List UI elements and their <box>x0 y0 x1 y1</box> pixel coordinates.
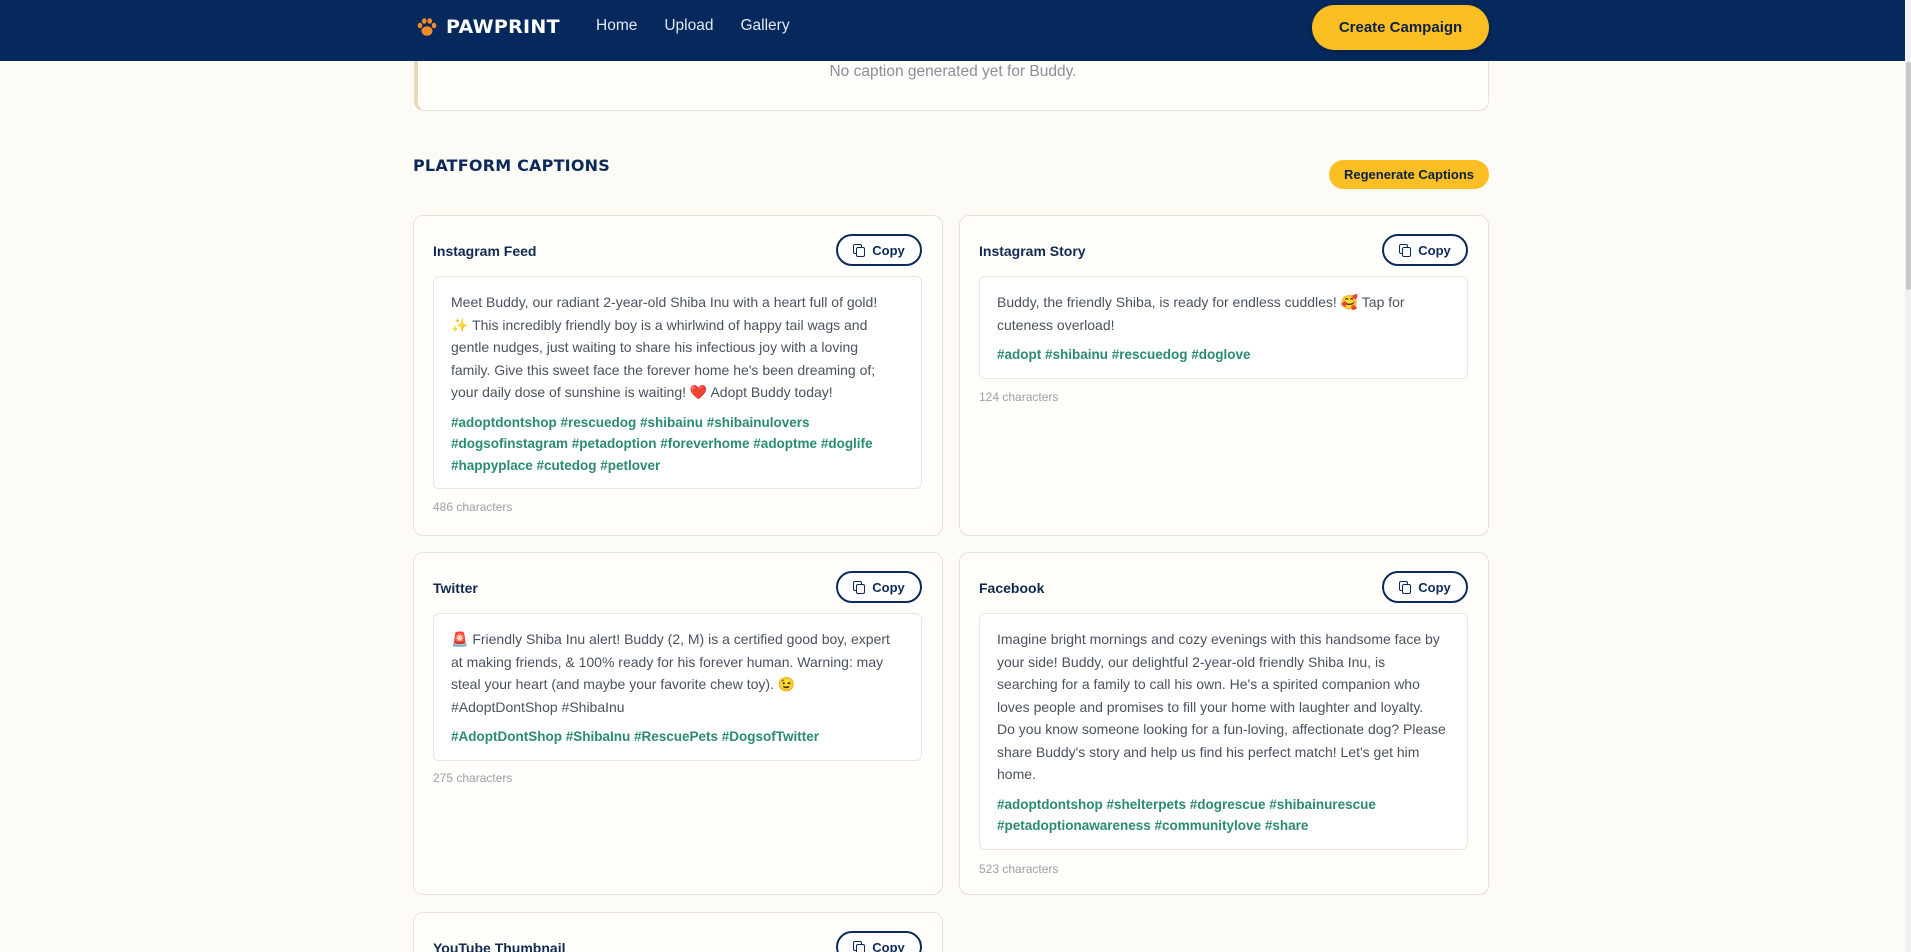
scrollbar-thumb[interactable] <box>1906 62 1911 290</box>
caption-box: Imagine bright mornings and cozy evening… <box>979 613 1468 850</box>
hashtag-line: #happyplace #cutedog #petlover <box>451 457 661 473</box>
card-title: Facebook <box>979 580 1045 596</box>
hashtag-line: #AdoptDontShop #ShibaInu #RescuePets #Do… <box>451 729 820 744</box>
caption-card-twitter: Twitter Copy 🚨 Friendly Shiba Inu alert!… <box>413 552 943 895</box>
card-title: Instagram Feed <box>433 243 537 259</box>
hashtags: #adoptdontshop #rescuedog #shibainu #shi… <box>451 412 904 477</box>
caption-line: searching for a family to call his own. … <box>997 676 1420 692</box>
character-count: 275 characters <box>433 771 513 785</box>
caption-line: home. <box>997 766 1036 782</box>
card-title: YouTube Thumbnail <box>433 940 566 952</box>
copy-icon <box>1399 244 1412 257</box>
hashtag-line: #adoptdontshop #shelterpets #dogrescue #… <box>997 796 1376 812</box>
copy-label: Copy <box>1418 242 1451 258</box>
caption-line: Imagine bright mornings and cozy evening… <box>997 631 1440 647</box>
caption-text: Buddy, the friendly Shiba, is ready for … <box>997 291 1450 336</box>
copy-icon <box>1399 581 1412 594</box>
hashtags: #adopt #shibainu #rescuedog #doglove <box>997 344 1450 366</box>
caption-line: Meet Buddy, our radiant 2-year-old Shiba… <box>451 294 878 310</box>
vertical-scrollbar[interactable] <box>1905 0 1911 952</box>
section-title: PLATFORM CAPTIONS <box>413 156 610 175</box>
caption-box: 🚨 Friendly Shiba Inu alert! Buddy (2, M)… <box>433 613 922 761</box>
paw-icon <box>417 18 437 36</box>
card-title: Instagram Story <box>979 243 1086 259</box>
create-campaign-button[interactable]: Create Campaign <box>1312 5 1489 50</box>
caption-card-youtube-thumbnail: YouTube Thumbnail Copy <box>413 912 943 952</box>
caption-line: share Buddy's story and help us find his… <box>997 743 1420 760</box>
caption-line: cuteness overload! <box>997 316 1115 333</box>
caption-text: Meet Buddy, our radiant 2-year-old Shiba… <box>451 291 904 404</box>
caption-box: Meet Buddy, our radiant 2-year-old Shiba… <box>433 276 922 489</box>
hashtag-line: #adopt #shibainu #rescuedog #doglove <box>997 347 1251 362</box>
caption-line: your side! Buddy, our delightful 2-year-… <box>997 653 1386 670</box>
caption-line: #AdoptDontShop #ShibaInu <box>451 698 625 715</box>
copy-button[interactable]: Copy <box>836 931 922 952</box>
copy-button[interactable]: Copy <box>836 234 922 266</box>
caption-line: gentle nudges, just waiting to share his… <box>451 339 859 355</box>
caption-text: 🚨 Friendly Shiba Inu alert! Buddy (2, M)… <box>451 628 904 718</box>
brand-logo[interactable]: PAWPRINT <box>416 14 560 40</box>
caption-line: Do you know someone looking for a fun-lo… <box>997 721 1446 737</box>
nav-links: Home Upload Gallery <box>596 17 817 35</box>
nav-link-upload[interactable]: Upload <box>664 17 713 35</box>
regenerate-captions-button[interactable]: Regenerate Captions <box>1329 160 1489 189</box>
nav-link-gallery[interactable]: Gallery <box>740 17 789 35</box>
brand-name: PAWPRINT <box>446 16 560 38</box>
copy-icon <box>853 244 866 257</box>
hashtag-line: #petadoptionawareness #communitylove #sh… <box>997 818 1309 833</box>
caption-line: at making friends, & 100% ready for his … <box>451 653 884 670</box>
copy-button[interactable]: Copy <box>1382 571 1468 603</box>
character-count: 486 characters <box>433 500 513 514</box>
copy-label: Copy <box>872 242 905 258</box>
copy-button[interactable]: Copy <box>836 571 922 603</box>
copy-label: Copy <box>872 579 905 595</box>
hashtag-line: #adoptdontshop #rescuedog #shibainu #shi… <box>451 414 810 430</box>
caption-line: family. Give this sweet face the forever… <box>451 361 876 378</box>
caption-line: Buddy, the friendly Shiba, is ready for … <box>997 294 1405 310</box>
caption-card-instagram-story: Instagram Story Copy Buddy, the friendly… <box>959 215 1489 536</box>
caption-box: Buddy, the friendly Shiba, is ready for … <box>979 276 1468 379</box>
caption-line: steal your heart (and maybe your favorit… <box>451 676 796 692</box>
caption-card-facebook: Facebook Copy Imagine bright mornings an… <box>959 552 1489 895</box>
copy-icon <box>853 941 866 952</box>
caption-card-instagram-feed: Instagram Feed Copy Meet Buddy, our radi… <box>413 215 943 536</box>
top-navbar: PAWPRINT Home Upload Gallery Create Camp… <box>0 0 1905 61</box>
caption-line: your daily dose of sunshine is waiting! … <box>451 384 833 400</box>
copy-label: Copy <box>872 939 905 952</box>
hashtags: #AdoptDontShop #ShibaInu #RescuePets #Do… <box>451 726 904 748</box>
character-count: 124 characters <box>979 390 1059 404</box>
caption-text: Imagine bright mornings and cozy evening… <box>997 628 1450 786</box>
copy-icon <box>853 581 866 594</box>
empty-caption-message: No caption generated yet for Buddy. <box>829 63 1077 80</box>
nav-link-home[interactable]: Home <box>596 17 637 35</box>
card-title: Twitter <box>433 580 478 596</box>
hashtag-line: #dogsofinstagram #petadoption #foreverho… <box>451 436 873 451</box>
caption-line: loves people and promises to fill your h… <box>997 698 1424 715</box>
hashtags: #adoptdontshop #shelterpets #dogrescue #… <box>997 794 1450 837</box>
character-count: 523 characters <box>979 862 1059 876</box>
caption-line: ✨ This incredibly friendly boy is a whir… <box>451 316 868 333</box>
copy-label: Copy <box>1418 579 1451 595</box>
caption-line: 🚨 Friendly Shiba Inu alert! Buddy (2, M)… <box>451 631 890 647</box>
copy-button[interactable]: Copy <box>1382 234 1468 266</box>
